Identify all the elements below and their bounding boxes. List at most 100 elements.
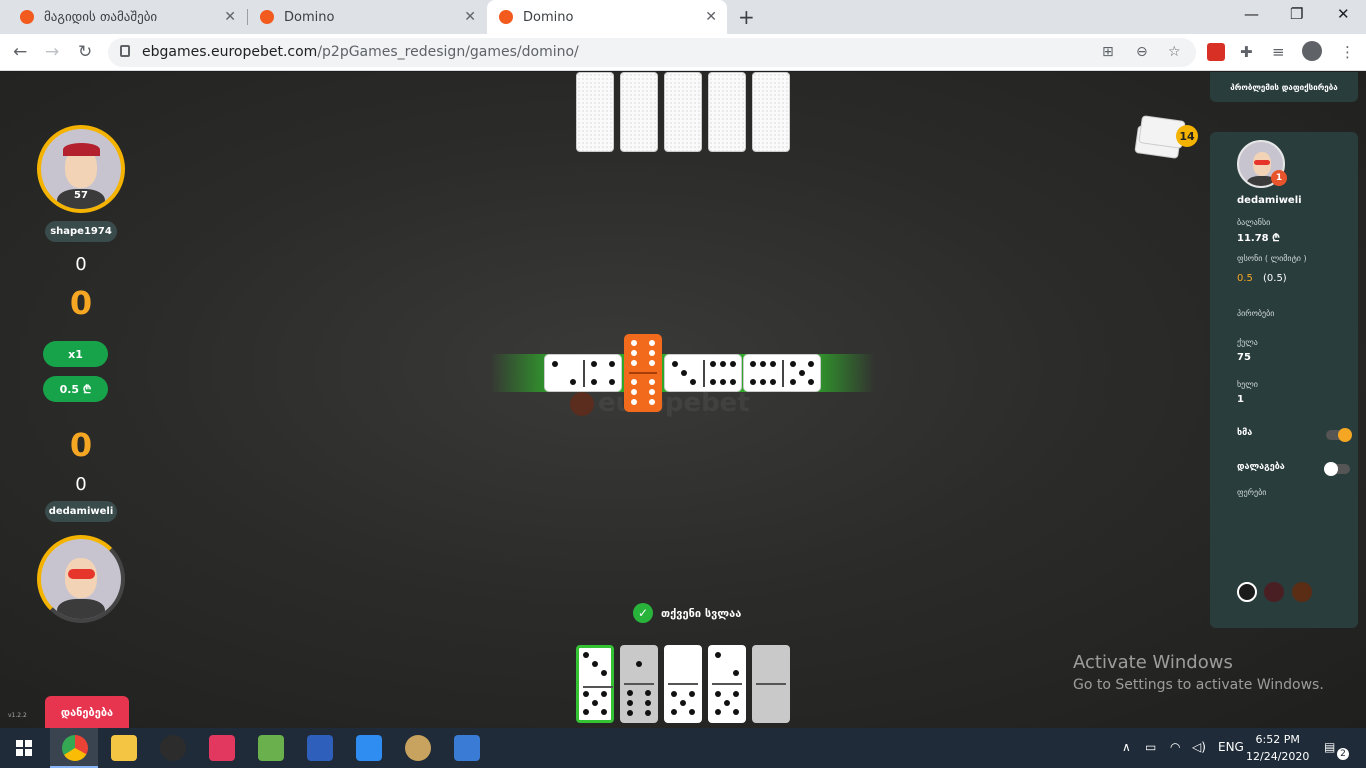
reload-icon[interactable]: ↻	[78, 42, 92, 62]
pip	[601, 670, 607, 676]
close-window-icon[interactable]: ✕	[1337, 5, 1350, 23]
panel-username: dedamiweli	[1237, 195, 1302, 206]
tab-domino-1[interactable]: Domino ✕	[248, 0, 486, 34]
tab-table-games[interactable]: მაგიდის თამაშები ✕	[8, 0, 246, 34]
paint-icon[interactable]	[405, 735, 431, 761]
profile-icon[interactable]	[1302, 41, 1322, 61]
activation-title: Activate Windows	[1073, 652, 1233, 673]
pip	[645, 689, 651, 696]
pip	[680, 700, 686, 706]
points-value: 75	[1237, 352, 1251, 363]
extensions-puzzle-icon[interactable]: ✚	[1240, 43, 1253, 61]
back-icon[interactable]: ←	[13, 42, 27, 62]
wps-office-icon[interactable]	[356, 735, 382, 761]
board-tile	[624, 334, 662, 412]
colors-label: ფერები	[1237, 488, 1267, 497]
hand-tile[interactable]	[620, 645, 658, 723]
close-icon[interactable]: ✕	[224, 9, 236, 25]
file-explorer-icon[interactable]	[111, 735, 137, 761]
battery-icon[interactable]: ▭	[1145, 740, 1156, 754]
report-problem-button[interactable]: პრობლემის დაფიქსირება	[1210, 72, 1358, 102]
slack-icon[interactable]	[160, 735, 186, 761]
pip	[715, 709, 721, 715]
opponent-tile	[620, 72, 658, 152]
conditions-label: პირობები	[1237, 309, 1275, 318]
pip	[808, 379, 814, 385]
start-icon[interactable]	[16, 740, 32, 756]
forward-icon[interactable]: →	[45, 42, 59, 62]
volume-icon[interactable]: ◁)	[1192, 740, 1206, 754]
hand-tile[interactable]	[708, 645, 746, 723]
activation-subtitle: Go to Settings to activate Windows.	[1073, 677, 1324, 693]
turn-text: თქვენი სვლაა	[661, 606, 742, 620]
board-tile	[544, 354, 622, 392]
language-indicator[interactable]: ENG	[1218, 740, 1244, 754]
windows-taskbar: ∧ ▭ ◠ ◁) ENG 6:52 PM 12/24/2020 ▤ 2	[0, 728, 1366, 768]
photos-icon[interactable]	[454, 735, 480, 761]
minimize-icon[interactable]: —	[1244, 5, 1259, 23]
board-tile	[743, 354, 821, 392]
close-icon[interactable]: ✕	[464, 9, 476, 25]
windows-activation-watermark: Activate Windows Go to Settings to activ…	[1073, 652, 1324, 693]
hand-tile[interactable]	[664, 645, 702, 723]
chrome-icon[interactable]	[62, 735, 88, 761]
bet-limit: (0.5)	[1263, 273, 1287, 284]
sort-toggle[interactable]	[1324, 462, 1350, 476]
pip	[649, 360, 655, 367]
tab-domino-active[interactable]: Domino ✕	[487, 0, 727, 34]
color-swatch-brown[interactable]	[1292, 582, 1312, 602]
opponent-tile	[752, 72, 790, 152]
player-name: dedamiweli	[45, 501, 117, 522]
media-queue-icon[interactable]: ≡	[1272, 43, 1285, 61]
translate-icon[interactable]: ⊞	[1102, 44, 1114, 60]
new-tab-icon[interactable]: +	[738, 5, 755, 29]
board-tile	[664, 354, 742, 392]
multiplier-badge: x1	[43, 341, 108, 367]
sound-toggle[interactable]	[1326, 428, 1352, 442]
color-swatch-black[interactable]	[1237, 582, 1257, 602]
pip	[799, 370, 805, 376]
bookmark-star-icon[interactable]: ☆	[1168, 44, 1181, 60]
pip	[681, 370, 687, 376]
pip	[631, 399, 637, 406]
pip	[591, 379, 597, 385]
url-text[interactable]: ebgames.europebet.com/p2pGames_redesign/…	[142, 44, 579, 60]
wifi-icon[interactable]: ◠	[1170, 740, 1180, 754]
extension-red-icon[interactable]	[1207, 43, 1225, 61]
player-score-small: 0	[75, 474, 87, 495]
notification-count: 2	[1337, 748, 1349, 760]
pip	[645, 710, 651, 717]
notepad-icon[interactable]	[258, 735, 284, 761]
app-grid-icon[interactable]	[307, 735, 333, 761]
pip	[709, 379, 716, 385]
restore-icon[interactable]: ❐	[1290, 5, 1303, 23]
hand-tile[interactable]	[576, 645, 614, 723]
opponent-tile	[664, 72, 702, 152]
pip	[583, 691, 589, 697]
bet-value: 0.5	[1237, 273, 1253, 284]
pip	[627, 710, 633, 717]
tab-title: Domino	[284, 9, 335, 25]
pip	[770, 379, 777, 385]
tray-chevron-icon[interactable]: ∧	[1122, 740, 1131, 754]
intellij-icon[interactable]	[209, 735, 235, 761]
close-icon[interactable]: ✕	[705, 9, 717, 25]
notification-icon[interactable]: ▤	[1324, 740, 1335, 754]
hand-tile[interactable]	[752, 645, 790, 723]
pip	[733, 691, 739, 697]
tab-title: Domino	[523, 9, 574, 25]
zoom-icon[interactable]: ⊖	[1136, 44, 1148, 60]
menu-kebab-icon[interactable]: ⋮	[1340, 43, 1355, 61]
watermark-logo	[570, 392, 594, 416]
pip	[601, 691, 607, 697]
tab-title: მაგიდის თამაშები	[44, 9, 158, 25]
surrender-button[interactable]: დანებება	[45, 696, 129, 728]
address-bar[interactable]: ebgames.europebet.com/p2pGames_redesign/…	[108, 38, 1196, 67]
pip	[720, 379, 726, 385]
color-swatch-maroon[interactable]	[1264, 582, 1284, 602]
favicon-icon	[20, 10, 34, 24]
pip	[583, 652, 589, 658]
clock[interactable]: 6:52 PM 12/24/2020	[1246, 731, 1309, 765]
player-avatar	[37, 535, 125, 623]
pip	[552, 361, 558, 367]
